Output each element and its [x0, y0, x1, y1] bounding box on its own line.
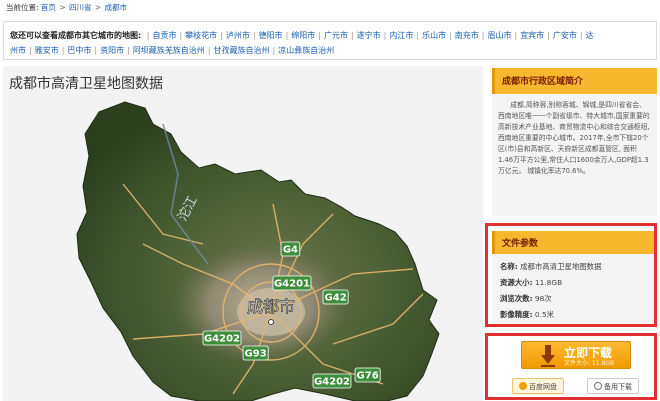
- city-link-separator: |: [272, 45, 276, 55]
- road-badge-label: G42: [325, 293, 347, 304]
- city-link[interactable]: 攀枝花市: [185, 31, 217, 40]
- city-link-separator: |: [449, 31, 452, 40]
- breadcrumb-city-link[interactable]: 成都市: [105, 3, 128, 12]
- road-badge: G93: [242, 345, 269, 361]
- city-link-separator: |: [207, 45, 211, 55]
- city-link[interactable]: 广安市: [553, 31, 577, 40]
- city-link[interactable]: 凉山彝族自治州: [278, 46, 334, 55]
- road-badge: G76: [354, 367, 381, 383]
- city-intro-text: 成都,简称蓉,别称蓉城、锦城,是四川省省会、西南地区唯一一个副省级市、特大城市,…: [492, 95, 657, 216]
- city-intro-heading: 成都市行政区域简介: [492, 68, 657, 94]
- road-badge-label: G4201: [274, 279, 310, 290]
- road-badge: G4202: [202, 330, 242, 346]
- breadcrumb-province-link[interactable]: 四川省: [69, 3, 92, 12]
- page-title: 成都市高清卫星地图数据: [9, 76, 163, 92]
- road-badge: G4: [280, 241, 301, 257]
- cities-line-2: 州市 | 雅安市 | 巴中市 | 资阳市 | 阿坝藏族羌族自治州 | 甘孜藏族自治州 | 凉山彝族自治州: [10, 44, 650, 59]
- city-label: 成都市: [247, 297, 295, 316]
- city-link-separator: |: [350, 31, 354, 40]
- city-link-separator: |: [318, 31, 321, 40]
- city-link[interactable]: 巴中市: [67, 46, 91, 55]
- city-link-separator: |: [481, 31, 485, 40]
- breadcrumb-home-link[interactable]: 首页: [41, 3, 56, 12]
- breadcrumb-separator: >: [94, 3, 102, 12]
- download-highlight-box: [485, 333, 657, 400]
- city-link-separator: |: [416, 31, 420, 40]
- city-link-separator: |: [94, 45, 98, 55]
- city-link[interactable]: 甘孜藏族自治州: [214, 46, 270, 55]
- other-cities-panel: 您还可以查看成都市其它城市的地图: | 自贡市 | 攀枝花市 | 泸州市 | 德阳市 | 绵阳市 |…: [3, 21, 657, 60]
- city-link-separator: |: [179, 31, 183, 40]
- road-badge-label: G4202: [314, 377, 350, 388]
- road-badge: G4202: [312, 373, 352, 389]
- city-link-separator: |: [29, 45, 32, 55]
- road-badge-label: G93: [245, 349, 267, 360]
- city-link[interactable]: 泸州市: [226, 31, 250, 40]
- city-link-separator: |: [579, 31, 583, 40]
- road-badge-label: G4: [283, 245, 298, 256]
- road-badge: G42: [322, 289, 349, 305]
- city-link-separator: |: [514, 31, 518, 40]
- road-badge-label: G4202: [204, 334, 240, 345]
- city-link[interactable]: 宜宾市: [520, 31, 544, 40]
- city-link[interactable]: 德阳市: [259, 31, 283, 40]
- city-link[interactable]: 州市: [10, 46, 26, 55]
- road-badge: G4201: [272, 275, 312, 291]
- city-link-separator: |: [285, 31, 289, 40]
- city-link-separator: |: [61, 45, 65, 55]
- city-marker: [268, 319, 274, 325]
- city-link-separator: |: [127, 45, 130, 55]
- city-link[interactable]: 南充市: [455, 31, 479, 40]
- satellite-map: 沱江 成都市 G4201G42G4202G93G4202G76G4: [76, 101, 440, 401]
- city-intro-panel: 成都市行政区域简介 成都,简称蓉,别称蓉城、锦城,是四川省省会、西南地区唯一一个…: [492, 68, 657, 216]
- city-link[interactable]: 资阳市: [100, 46, 124, 55]
- cities-line-1: 您还可以查看成都市其它城市的地图: | 自贡市 | 攀枝花市 | 泸州市 | 德阳市 | 绵阳市 |…: [10, 29, 650, 44]
- city-link[interactable]: 广元市: [324, 31, 348, 40]
- city-link-separator: |: [146, 31, 150, 40]
- city-link[interactable]: 遂宁市: [357, 31, 381, 40]
- breadcrumb-separator: >: [59, 3, 66, 12]
- city-link[interactable]: 阿坝藏族羌族自治州: [133, 46, 205, 55]
- city-link[interactable]: 达: [586, 31, 594, 40]
- params-highlight-box: [485, 223, 657, 327]
- road-badge-label: G76: [357, 371, 379, 382]
- city-link-separator: |: [252, 31, 256, 40]
- city-link[interactable]: 绵阳市: [291, 31, 315, 40]
- city-link[interactable]: 雅安市: [35, 46, 59, 55]
- other-cities-heading: 您还可以查看成都市其它城市的地图:: [10, 31, 142, 40]
- city-link-separator: |: [220, 31, 223, 40]
- city-link-separator: |: [547, 31, 550, 40]
- breadcrumb: 当前位置: 首页 > 四川省 > 成都市: [6, 2, 127, 13]
- city-link-separator: |: [383, 31, 387, 40]
- map-panel: 成都市高清卫星地图数据 沱江 成都市 G4201 G42 G4202 G93 G…: [3, 66, 483, 401]
- city-link[interactable]: 乐山市: [422, 31, 446, 40]
- city-link[interactable]: 自贡市: [152, 31, 176, 40]
- city-link[interactable]: 内江市: [389, 31, 413, 40]
- breadcrumb-prefix: 当前位置:: [6, 3, 39, 12]
- city-link[interactable]: 眉山市: [487, 31, 511, 40]
